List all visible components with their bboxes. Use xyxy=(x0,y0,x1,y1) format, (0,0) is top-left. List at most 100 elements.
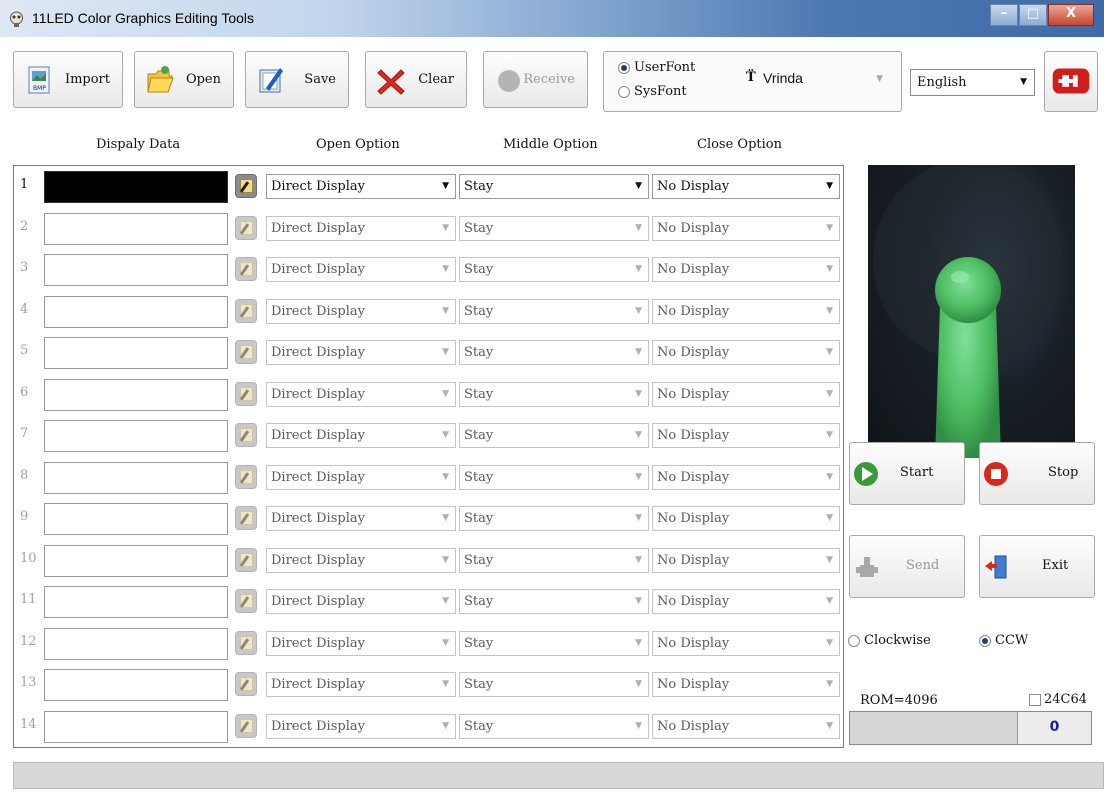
close-option-dropdown[interactable]: No Display ▼ xyxy=(652,174,840,199)
open-option-dropdown[interactable]: Direct Display ▼ xyxy=(266,464,456,490)
close-option-dropdown[interactable]: No Display ▼ xyxy=(652,257,840,282)
open-option-dropdown[interactable]: Direct Display ▼ xyxy=(266,298,456,324)
close-option-dropdown[interactable]: No Display ▼ xyxy=(652,713,840,739)
close-option-dropdown[interactable]: No Display ▼ xyxy=(652,630,840,656)
middle-option-dropdown[interactable]: Stay ▼ xyxy=(459,381,649,407)
open-option-dropdown[interactable]: Direct Display ▼ xyxy=(266,630,456,656)
open-option-dropdown[interactable]: Direct Display ▼ xyxy=(266,713,456,739)
open-option-dropdown[interactable]: Direct Display ▼ xyxy=(266,381,456,407)
display-data-field[interactable] xyxy=(44,544,228,577)
edit-icon[interactable] xyxy=(235,298,257,323)
font-selector-group: UserFont SysFont T̈ Vrinda ▼ xyxy=(603,51,902,112)
display-data-field[interactable] xyxy=(44,254,228,286)
save-button[interactable]: Save xyxy=(245,51,349,108)
display-data-field[interactable] xyxy=(44,420,228,452)
open-button[interactable]: Open xyxy=(134,51,234,108)
open-option-dropdown[interactable]: Direct Display ▼ xyxy=(266,672,456,697)
display-data-field[interactable] xyxy=(44,586,228,618)
clear-x-icon xyxy=(377,69,405,95)
close-option-dropdown[interactable]: No Display ▼ xyxy=(652,298,840,324)
close-window-button[interactable]: X xyxy=(1048,4,1094,26)
close-option-dropdown[interactable]: No Display ▼ xyxy=(652,381,840,407)
display-data-field[interactable] xyxy=(44,461,228,494)
display-data-field[interactable] xyxy=(44,710,228,743)
chip-24c64-checkbox[interactable]: 24C64 xyxy=(1029,692,1087,707)
close-icon: X xyxy=(1065,6,1077,21)
chevron-down-icon: ▼ xyxy=(442,720,449,731)
open-option-dropdown[interactable]: Direct Display ▼ xyxy=(266,589,456,614)
open-option-header: Open Option xyxy=(316,137,400,152)
middle-option-dropdown[interactable]: Stay ▼ xyxy=(459,506,649,531)
edit-icon[interactable] xyxy=(235,464,257,489)
import-button[interactable]: BMP Import xyxy=(13,51,123,108)
display-data-field[interactable] xyxy=(44,669,228,701)
minimize-button[interactable]: – xyxy=(990,4,1018,26)
open-option-dropdown[interactable]: Direct Display ▼ xyxy=(266,215,456,241)
edit-icon[interactable] xyxy=(235,174,257,198)
brand-logo-button[interactable] xyxy=(1044,51,1098,112)
userfont-radio[interactable]: UserFont xyxy=(618,60,695,75)
open-option-dropdown[interactable]: Direct Display ▼ xyxy=(266,547,456,573)
open-option-dropdown[interactable]: Direct Display ▼ xyxy=(266,174,456,199)
exit-button[interactable]: Exit xyxy=(979,535,1095,598)
display-data-field[interactable] xyxy=(44,295,228,328)
display-data-field[interactable] xyxy=(44,337,228,369)
edit-icon[interactable] xyxy=(235,506,257,530)
open-option-dropdown[interactable]: Direct Display ▼ xyxy=(266,257,456,282)
chevron-down-icon: ▼ xyxy=(826,596,833,606)
display-data-field[interactable] xyxy=(44,212,228,245)
edit-icon[interactable] xyxy=(235,630,257,655)
send-button[interactable]: Send xyxy=(849,535,965,598)
close-option-dropdown[interactable]: No Display ▼ xyxy=(652,215,840,241)
display-data-field[interactable] xyxy=(44,627,228,660)
middle-option-dropdown[interactable]: Stay ▼ xyxy=(459,713,649,739)
edit-icon[interactable] xyxy=(235,672,257,696)
edit-icon[interactable] xyxy=(235,589,257,613)
chevron-down-icon: ▼ xyxy=(442,264,449,274)
middle-option-dropdown[interactable]: Stay ▼ xyxy=(459,423,649,448)
ccw-radio[interactable]: CCW xyxy=(979,633,1028,648)
display-data-field[interactable] xyxy=(44,503,228,535)
truetype-icon: T̈ xyxy=(746,70,756,85)
close-option-dropdown[interactable]: No Display ▼ xyxy=(652,672,840,697)
middle-option-dropdown[interactable]: Stay ▼ xyxy=(459,464,649,490)
close-option-dropdown[interactable]: No Display ▼ xyxy=(652,506,840,531)
middle-option-dropdown[interactable]: Stay ▼ xyxy=(459,672,649,697)
close-option-dropdown[interactable]: No Display ▼ xyxy=(652,423,840,448)
font-dropdown[interactable]: T̈ Vrinda ▼ xyxy=(742,60,887,98)
start-button[interactable]: Start xyxy=(849,442,965,505)
middle-option-dropdown[interactable]: Stay ▼ xyxy=(459,340,649,365)
middle-option-dropdown[interactable]: Stay ▼ xyxy=(459,174,649,199)
middle-option-dropdown[interactable]: Stay ▼ xyxy=(459,589,649,614)
display-data-field[interactable] xyxy=(44,171,228,203)
middle-option-dropdown[interactable]: Stay ▼ xyxy=(459,547,649,573)
edit-icon[interactable] xyxy=(235,713,257,738)
row-number: 2 xyxy=(20,218,29,234)
clear-button[interactable]: Clear xyxy=(365,51,467,108)
close-option-dropdown[interactable]: No Display ▼ xyxy=(652,464,840,490)
middle-option-dropdown[interactable]: Stay ▼ xyxy=(459,257,649,282)
edit-icon[interactable] xyxy=(235,215,257,240)
close-option-dropdown[interactable]: No Display ▼ xyxy=(652,547,840,573)
edit-icon[interactable] xyxy=(235,423,257,447)
open-option-dropdown[interactable]: Direct Display ▼ xyxy=(266,423,456,448)
language-dropdown[interactable]: English ▼ xyxy=(910,69,1035,96)
display-data-field[interactable] xyxy=(44,378,228,411)
open-option-dropdown[interactable]: Direct Display ▼ xyxy=(266,340,456,365)
clockwise-radio[interactable]: Clockwise xyxy=(848,633,931,648)
middle-option-dropdown[interactable]: Stay ▼ xyxy=(459,215,649,241)
edit-icon[interactable] xyxy=(235,257,257,281)
edit-icon[interactable] xyxy=(235,340,257,364)
close-option-value: No Display xyxy=(657,469,730,485)
maximize-button[interactable]: □ xyxy=(1019,4,1047,26)
close-option-dropdown[interactable]: No Display ▼ xyxy=(652,589,840,614)
edit-icon[interactable] xyxy=(235,381,257,406)
edit-icon[interactable] xyxy=(235,547,257,572)
sysfont-radio[interactable]: SysFont xyxy=(618,84,687,99)
stop-button[interactable]: Stop xyxy=(979,442,1095,505)
receive-button[interactable]: Receive xyxy=(483,51,588,108)
middle-option-dropdown[interactable]: Stay ▼ xyxy=(459,298,649,324)
open-option-dropdown[interactable]: Direct Display ▼ xyxy=(266,506,456,531)
close-option-dropdown[interactable]: No Display ▼ xyxy=(652,340,840,365)
middle-option-dropdown[interactable]: Stay ▼ xyxy=(459,630,649,656)
